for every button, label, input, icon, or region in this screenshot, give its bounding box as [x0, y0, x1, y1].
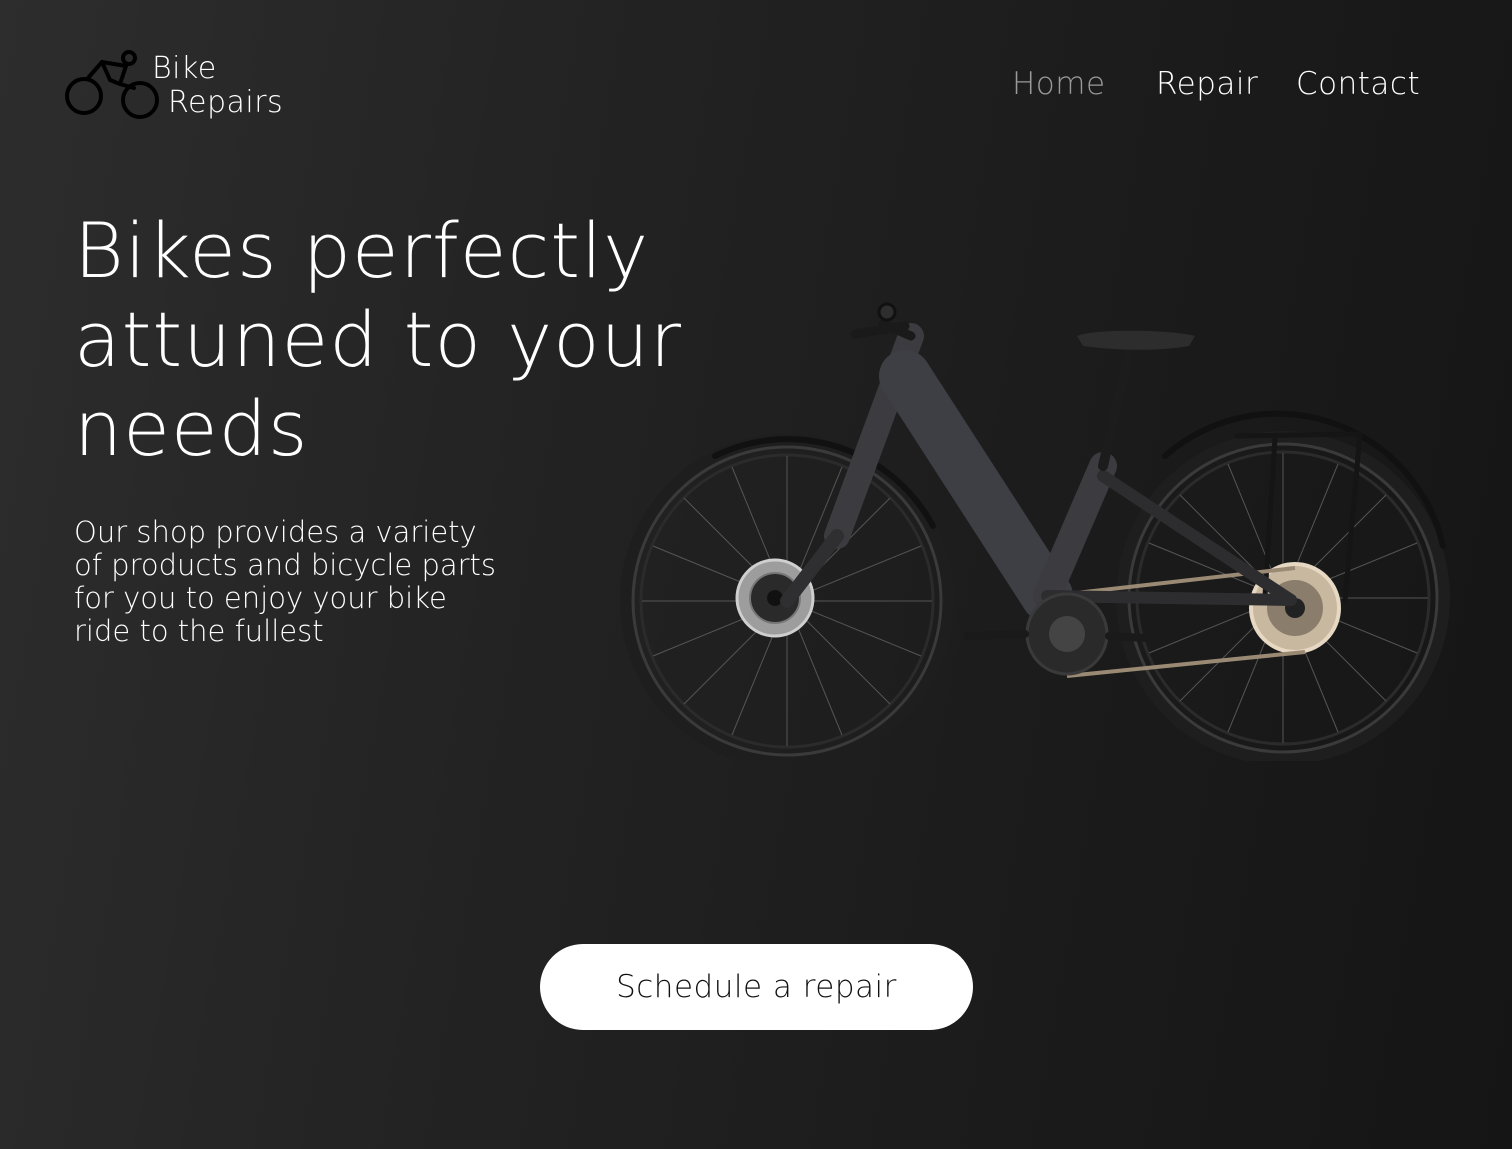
hero-description: Our shop provides a variety of products …: [74, 515, 497, 648]
nav-repair-link[interactable]: Repair: [1156, 66, 1258, 102]
brand-logo[interactable]: Bike Repairs: [64, 48, 304, 128]
cyclist-icon: [65, 50, 159, 119]
brand-name-line2: Repairs: [168, 85, 284, 120]
nav-contact-link[interactable]: Contact: [1296, 66, 1420, 102]
nav-home-link[interactable]: Home: [1012, 66, 1106, 102]
schedule-repair-button[interactable]: Schedule a repair: [540, 944, 973, 1030]
brand-name-line1: Bike: [152, 51, 217, 86]
handlebar: [850, 302, 916, 341]
saddle: [1077, 330, 1195, 350]
bicycle-image: [620, 302, 1450, 761]
